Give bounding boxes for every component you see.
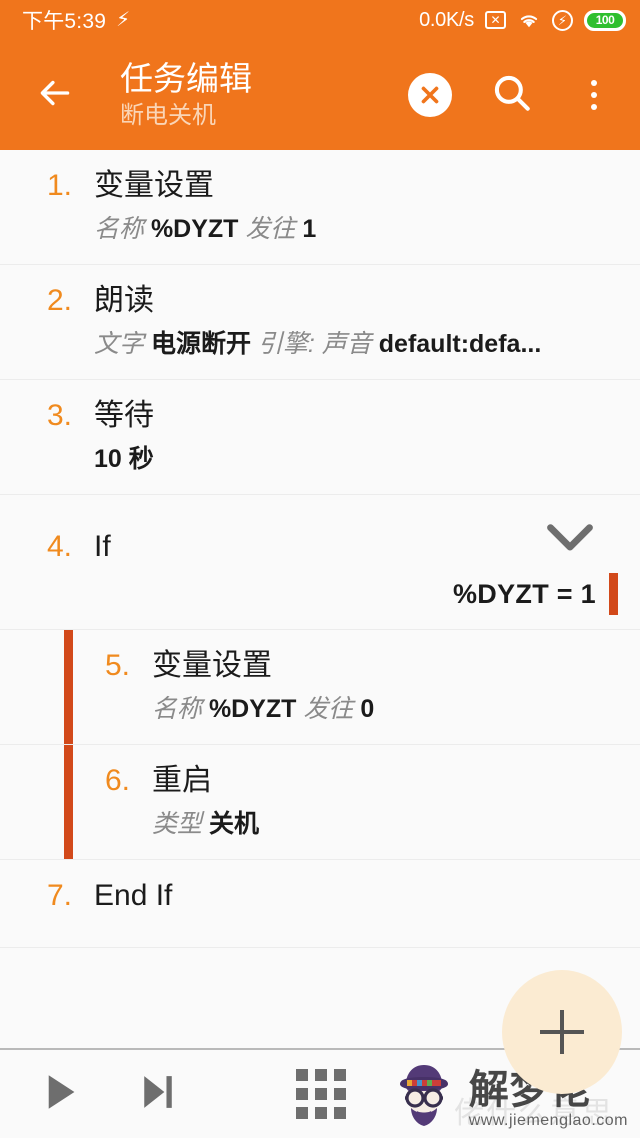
row-number: 2. xyxy=(46,284,72,317)
row-title: If xyxy=(94,530,111,563)
bearded-face-icon xyxy=(383,1054,465,1132)
row-title: 变量设置 xyxy=(94,169,214,202)
close-x-icon xyxy=(408,73,452,117)
plus-icon-vertical xyxy=(560,1010,564,1054)
row-subtitle: 类型 关机 xyxy=(152,805,618,843)
bottom-area: 佬什么意思 解梦佬 www.jiemenglao.com xyxy=(0,970,640,1138)
row-body: 变量设置 名称 %DYZT 发往 1 xyxy=(94,166,618,248)
row-sub-part: %DYZT xyxy=(208,695,297,723)
if-condition: %DYZT = 1 xyxy=(0,573,618,629)
add-action-fab[interactable] xyxy=(502,970,622,1094)
action-row-5[interactable]: 5. 变量设置 名称 %DYZT 发往 0 xyxy=(0,630,640,745)
row-title: End If xyxy=(94,879,173,912)
row-sub-part: 类型 xyxy=(152,810,209,838)
row-number: 1. xyxy=(46,169,72,202)
row-sub-part: %DYZT xyxy=(150,215,239,243)
row-number: 4. xyxy=(46,530,72,563)
row-subtitle: 名称 %DYZT 发往 0 xyxy=(152,690,618,728)
row-title: 等待 xyxy=(94,399,154,432)
action-row-6[interactable]: 6. 重启 类型 关机 xyxy=(0,745,640,860)
row-body: End If xyxy=(94,876,618,916)
row-body: If xyxy=(94,527,618,567)
action-row-4-if[interactable]: 4. If %DYZT = 1 xyxy=(0,495,640,630)
row-sub-part: 文字 xyxy=(94,330,151,358)
row-subtitle: 文字 电源断开 引擎: 声音 default:defa... xyxy=(94,325,618,363)
step-forward-icon xyxy=(140,1075,176,1115)
row-sub-part: 电源断开 xyxy=(150,330,251,358)
wifi-icon xyxy=(517,11,541,29)
row-sub-part: 发往 xyxy=(296,695,361,723)
row-body: 等待 10 秒 xyxy=(94,396,618,478)
network-speed-text: 0.0K/s xyxy=(419,8,474,31)
play-icon xyxy=(44,1074,78,1115)
action-row-7[interactable]: 7. End If xyxy=(0,860,640,948)
bolt-icon: ⚡ xyxy=(116,9,131,31)
if-header: 4. If xyxy=(0,511,618,567)
back-button[interactable] xyxy=(28,68,82,122)
status-bar-left: 下午5:39 ⚡ xyxy=(22,5,130,35)
row-sub-part: 名称 xyxy=(94,215,151,243)
indent-bar xyxy=(64,630,73,744)
status-bar-right: 0.0K/s ✕ ⚡ 100 xyxy=(419,9,626,32)
row-sub-part: 名称 xyxy=(152,695,209,723)
overflow-button[interactable] xyxy=(568,69,620,121)
battery-icon: 100 xyxy=(584,9,626,31)
status-time: 下午5:39 xyxy=(22,10,107,33)
row-sub-part: default:defa... xyxy=(378,330,542,358)
close-button[interactable] xyxy=(404,69,456,121)
if-condition-text: %DYZT = 1 xyxy=(453,578,596,609)
app-bar-actions xyxy=(404,69,620,121)
watermark-url: www.jiemenglao.com xyxy=(468,1112,628,1129)
app-bar-titles: 任务编辑 断电关机 xyxy=(120,59,252,132)
row-body: 重启 类型 关机 xyxy=(152,761,618,843)
row-title: 变量设置 xyxy=(152,649,272,682)
row-title: 朗读 xyxy=(94,284,154,317)
back-arrow-icon xyxy=(34,72,76,119)
row-number: 7. xyxy=(46,879,72,912)
play-button[interactable] xyxy=(44,1073,78,1116)
grid-apps-icon xyxy=(296,1069,346,1119)
battery-level: 100 xyxy=(595,13,615,27)
row-sub-part: 发往 xyxy=(238,215,303,243)
row-subtitle: 名称 %DYZT 发往 1 xyxy=(94,210,618,248)
row-number: 5. xyxy=(104,649,130,682)
search-button[interactable] xyxy=(486,69,538,121)
row-subtitle: 10 秒 xyxy=(94,440,618,478)
row-number: 3. xyxy=(46,399,72,432)
action-row-1[interactable]: 1. 变量设置 名称 %DYZT 发往 1 xyxy=(0,150,640,265)
row-title: 重启 xyxy=(152,764,212,797)
row-sub-part: 关机 xyxy=(208,810,259,838)
row-body: 变量设置 名称 %DYZT 发往 0 xyxy=(152,646,618,728)
chevron-down-icon[interactable] xyxy=(544,521,596,560)
indent-bar xyxy=(64,745,73,859)
row-sub-part: 0 xyxy=(360,695,375,723)
flash-circle-icon: ⚡ xyxy=(552,9,573,31)
app-bar: 任务编辑 断电关机 xyxy=(0,40,640,150)
action-list: 1. 变量设置 名称 %DYZT 发往 1 2. 朗读 文字 电源断开 引擎: … xyxy=(0,150,640,1068)
row-sub-part: 1 xyxy=(302,215,317,243)
search-icon xyxy=(490,71,534,120)
action-row-2[interactable]: 2. 朗读 文字 电源断开 引擎: 声音 default:defa... xyxy=(0,265,640,380)
status-bar: 下午5:39 ⚡ 0.0K/s ✕ ⚡ 100 xyxy=(0,0,640,40)
row-number: 6. xyxy=(104,764,130,797)
action-row-3[interactable]: 3. 等待 10 秒 xyxy=(0,380,640,495)
page-title: 任务编辑 xyxy=(120,59,252,97)
more-vertical-icon xyxy=(591,80,597,110)
row-sub-part: 引擎: 声音 xyxy=(250,330,379,358)
row-sub-part: 10 秒 xyxy=(94,445,154,473)
grid-button[interactable] xyxy=(296,1069,346,1119)
no-sim-icon: ✕ xyxy=(485,11,506,29)
page-subtitle: 断电关机 xyxy=(120,101,216,129)
row-body: 朗读 文字 电源断开 引擎: 声音 default:defa... xyxy=(94,281,618,363)
if-condition-bar xyxy=(609,573,618,615)
step-button[interactable] xyxy=(140,1073,176,1116)
